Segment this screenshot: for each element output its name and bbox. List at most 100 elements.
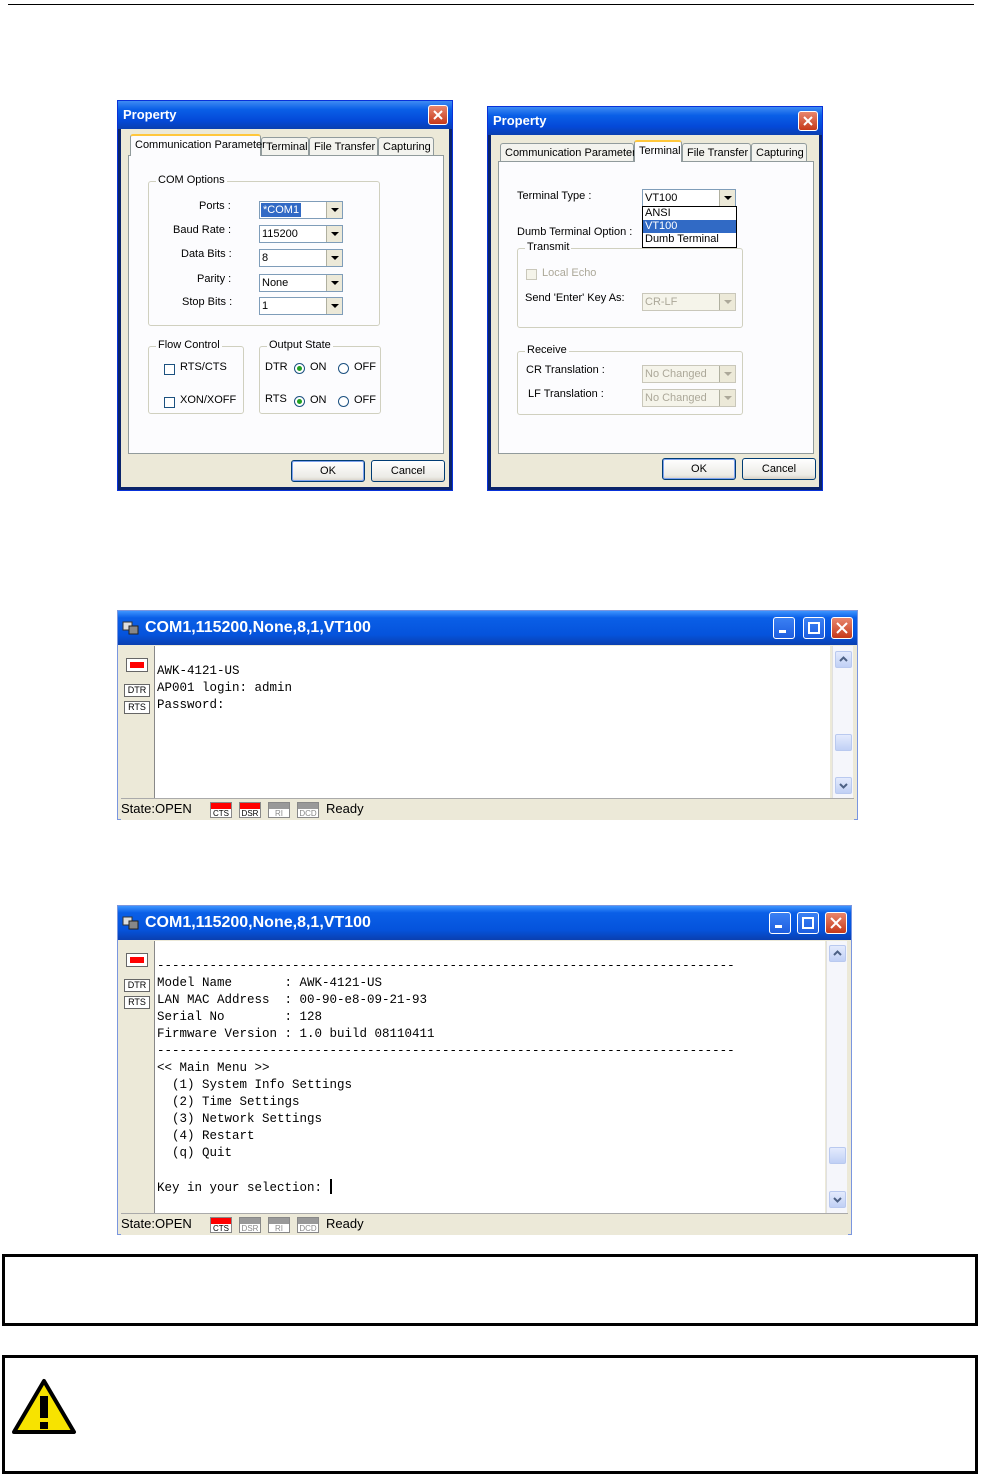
dtr-toggle[interactable]: DTR [124,684,150,697]
window-title: COM1,115200,None,8,1,VT100 [118,611,857,645]
baud-rate-select[interactable]: 115200 [259,225,343,243]
rts-cts-checkbox[interactable] [164,364,175,375]
attention-box [2,1355,978,1474]
scroll-thumb[interactable] [835,734,852,751]
note-box [2,1254,978,1326]
scroll-up-button[interactable] [835,651,852,668]
rts-on-radio[interactable] [294,396,305,407]
window-title: COM1,115200,None,8,1,VT100 [118,906,851,940]
property-dialog-communication: Property Communication Parameter Termina… [117,100,453,491]
dropdown-arrow-icon[interactable] [719,366,735,382]
close-icon [836,622,848,634]
warning-icon [12,1379,76,1434]
terminal-window-main-menu: COM1,115200,None,8,1,VT100 DTR RTS -----… [117,905,852,1235]
close-icon [803,116,813,126]
scroll-down-button[interactable] [835,777,852,794]
dialog-body: Communication Parameter Terminal File Tr… [491,135,819,487]
tab-terminal[interactable]: Terminal [261,137,309,156]
cancel-button[interactable]: Cancel [742,458,816,480]
rts-toggle[interactable]: RTS [124,996,150,1009]
scroll-up-button[interactable] [829,945,846,962]
close-button[interactable] [831,617,853,639]
minimize-button[interactable] [769,912,791,934]
chevron-up-icon [839,656,848,662]
rts-toggle[interactable]: RTS [124,701,150,714]
close-button[interactable] [428,105,448,125]
minimize-button[interactable] [773,617,795,639]
dropdown-arrow-icon[interactable] [326,298,342,314]
terminal-line: LAN MAC Address : 00-90-e8-09-21-93 [157,993,428,1007]
terminal-option-ansi[interactable]: ANSI [643,207,736,220]
stop-bits-label: Stop Bits : [182,296,233,308]
signal-panel: DTR RTS [121,646,155,798]
com-options-legend: COM Options [156,174,227,186]
xon-xoff-checkbox[interactable] [164,397,175,408]
close-button[interactable] [825,912,847,934]
ri-indicator: RI [268,802,290,818]
terminal-screen[interactable]: AWK-4121-US AP001 login: admin Password: [155,646,830,798]
terminal-window-login: COM1,115200,None,8,1,VT100 DTR RTS AWK-4… [117,610,858,820]
dtr-on-radio[interactable] [294,363,305,374]
local-echo-label: Local Echo [542,267,597,279]
cancel-button[interactable]: Cancel [371,460,445,482]
rts-off-label: OFF [354,394,376,406]
tab-file-transfer[interactable]: File Transfer [682,143,751,162]
terminal-line: Password: [157,698,225,712]
property-dialog-terminal: Property Communication Parameter Termina… [487,106,823,491]
ri-label: RI [275,809,283,818]
local-echo-checkbox[interactable] [526,269,537,280]
state-text: State:OPEN [121,801,192,816]
tab-communication-parameter[interactable]: Communication Parameter [130,134,266,156]
stop-bits-select[interactable]: 1 [259,297,343,315]
dropdown-arrow-icon[interactable] [326,250,342,266]
minimize-icon [779,630,786,633]
terminal-type-value: VT100 [645,192,678,204]
maximize-button[interactable] [797,912,819,934]
ok-button[interactable]: OK [662,458,736,480]
dropdown-arrow-icon[interactable] [326,275,342,291]
ok-button[interactable]: OK [291,460,365,482]
tab-file-transfer[interactable]: File Transfer [309,137,378,156]
prompt-text: Key in your selection: [157,1181,330,1195]
parity-select[interactable]: None [259,274,343,292]
vertical-scrollbar[interactable] [826,941,847,1213]
rts-label: RTS [265,393,287,405]
terminal-line: ----------------------------------------… [157,1044,735,1058]
dropdown-arrow-icon[interactable] [719,294,735,310]
terminal-option-vt100[interactable]: VT100 [643,220,736,233]
terminal-type-select[interactable]: VT100 [642,189,736,207]
vertical-scrollbar[interactable] [832,646,853,798]
status-bar: State:OPEN CTS DSR RI DCD Ready [121,1213,848,1235]
terminal-option-dumb[interactable]: Dumb Terminal [643,233,736,246]
dropdown-arrow-icon[interactable] [719,390,735,406]
cr-translation-select[interactable]: No Changed [642,365,736,383]
data-bits-select[interactable]: 8 [259,249,343,267]
dtr-off-radio[interactable] [338,363,349,374]
ports-label: Ports : [199,200,231,212]
close-button[interactable] [798,111,818,131]
dropdown-arrow-icon[interactable] [719,190,735,206]
maximize-button[interactable] [803,617,825,639]
dcd-indicator: DCD [297,1217,319,1233]
rts-cts-label: RTS/CTS [180,361,227,373]
scroll-thumb[interactable] [829,1147,846,1164]
tab-communication-parameter[interactable]: Communication Parameter [500,143,636,162]
chevron-down-icon [833,1197,842,1203]
dropdown-arrow-icon[interactable] [326,202,342,218]
maximize-icon [802,917,814,929]
ports-select[interactable]: *COM1 [259,201,343,219]
terminal-screen[interactable]: ----------------------------------------… [155,941,825,1213]
lf-translation-select[interactable]: No Changed [642,389,736,407]
dropdown-arrow-icon[interactable] [326,226,342,242]
connection-led [126,658,148,672]
send-enter-select[interactable]: CR-LF [642,293,736,311]
scroll-down-button[interactable] [829,1191,846,1208]
tab-capturing[interactable]: Capturing [378,137,434,156]
tab-capturing[interactable]: Capturing [751,143,807,162]
tab-terminal[interactable]: Terminal [634,140,682,162]
rts-off-radio[interactable] [338,396,349,407]
send-enter-label: Send 'Enter' Key As: [525,292,625,304]
dtr-toggle[interactable]: DTR [124,979,150,992]
